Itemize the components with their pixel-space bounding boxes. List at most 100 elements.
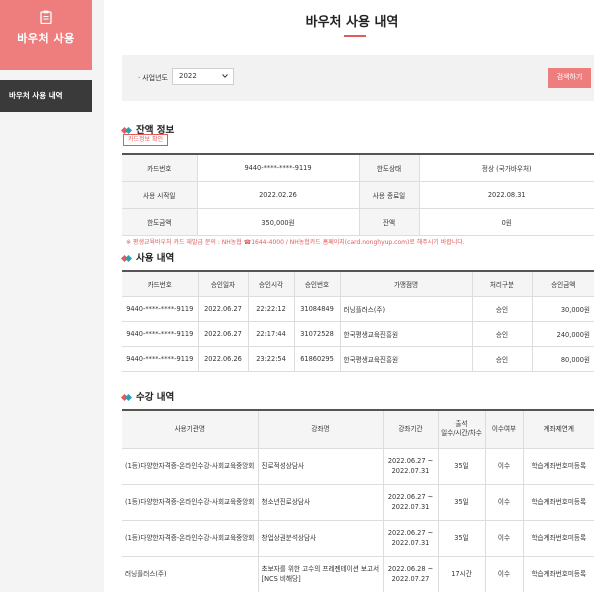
table-row: 사용 시작일 2022.02.26 사용 종료일 2022.08.31	[122, 181, 594, 209]
table-cell: 80,000원	[532, 346, 594, 372]
diamond-bullet-icon	[122, 394, 132, 401]
table-cell: 2022.06.27 ~ 2022.07.31	[383, 448, 439, 485]
table-cell: 22:17:44	[248, 321, 295, 347]
table-cell: 2022.06.28 ~ 2022.07.27	[383, 556, 439, 592]
table-cell: 학습계좌번호미등록	[523, 520, 594, 557]
reissue-notice: ※ 평생교육바우처 카드 재발급 문의 : NH농협 ☎1644-4000 / …	[126, 239, 465, 246]
table-cell: 이수	[485, 484, 524, 521]
column-header: 승인일자	[198, 271, 249, 297]
card-info-check-button[interactable]: 카드정보 확인	[123, 134, 169, 146]
table-cell: 학습계좌번호미등록	[523, 556, 594, 592]
table-row: (1등)다양한자격증-온라인수강-사회교육중앙회 진로적성상담사 2022.06…	[122, 448, 594, 485]
diamond-bullet-icon	[122, 255, 132, 262]
column-header: 카드번호	[122, 271, 199, 297]
table-cell: 9440-****-****-9119	[122, 346, 199, 372]
sidebar-item-label: 바우처 사용 내역	[9, 91, 63, 100]
table-cell: 31084849	[294, 296, 341, 322]
column-header: 처리구분	[472, 271, 533, 297]
column-header: 승인시각	[248, 271, 295, 297]
table-cell: 승인	[472, 321, 533, 347]
table-row: (1등)다양한자격증-온라인수강-사회교육중앙회 창업상권분석상담사 2022.…	[122, 520, 594, 557]
column-header: 승인금액	[532, 271, 594, 297]
table-cell: 학습계좌번호미등록	[523, 448, 594, 485]
table-cell: 러닝플러스(주)	[340, 296, 473, 322]
table-cell: 창업상권분석상담사	[258, 520, 384, 557]
label-cell: 카드번호	[122, 154, 198, 182]
table-cell: 61860295	[294, 346, 341, 372]
card-number-value: 9440-****-****-9119	[197, 154, 360, 182]
table-cell: 35일	[438, 448, 486, 485]
table-cell: (1등)다양한자격증-온라인수강-사회교육중앙회	[122, 448, 259, 485]
table-cell: 승인	[472, 346, 533, 372]
table-cell: 35일	[438, 520, 486, 557]
column-header: 계좌제연계	[523, 410, 594, 449]
table-cell: 2022.06.27 ~ 2022.07.31	[383, 484, 439, 521]
year-select[interactable]: 2022	[172, 68, 234, 85]
start-date-value: 2022.02.26	[197, 181, 360, 209]
balance-value: 0원	[419, 208, 594, 236]
table-cell: 청소년진로상담사	[258, 484, 384, 521]
limit-amount-value: 350,000원	[197, 208, 360, 236]
diamond-bullet-icon	[122, 127, 132, 134]
label-cell: 잔액	[359, 208, 420, 236]
table-cell: 9440-****-****-9119	[122, 321, 199, 347]
column-header: 승인번호	[294, 271, 341, 297]
table-cell: 30,000원	[532, 296, 594, 322]
search-button[interactable]: 검색하기	[548, 68, 591, 88]
table-row: 9440-****-****-9119 2022.06.27 22:17:44 …	[122, 321, 594, 347]
table-cell: (1등)다양한자격증-온라인수강-사회교육중앙회	[122, 484, 259, 521]
label-cell: 한도상태	[359, 154, 420, 182]
table-header-row: 카드번호 승인일자 승인시각 승인번호 가맹점명 처리구분 승인금액	[122, 271, 594, 297]
table-cell: 22:22:12	[248, 296, 295, 322]
end-date-value: 2022.08.31	[419, 181, 594, 209]
table-cell: 17시간	[438, 556, 486, 592]
table-cell: 초보자를 위한 고수의 프레젠테이션 보고서 [NCS 비해당]	[258, 556, 384, 592]
sidebar-item-voucher-history[interactable]: 바우처 사용 내역	[0, 80, 92, 112]
balance-table: 카드번호 9440-****-****-9119 한도상태 정상 (국가바우처)…	[122, 153, 594, 236]
table-cell: 23:22:54	[248, 346, 295, 372]
limit-status-value: 정상 (국가바우처)	[419, 154, 594, 182]
course-table: 사용기관명 강좌명 강좌기간 출석 일수/시간/차수 이수여부 계좌제연계 (1…	[122, 409, 594, 592]
column-header: 출석 일수/시간/차수	[438, 410, 486, 449]
table-cell: 2022.06.27 ~ 2022.07.31	[383, 520, 439, 557]
label-cell: 사용 종료일	[359, 181, 420, 209]
table-row: 한도금액 350,000원 잔액 0원	[122, 208, 594, 236]
table-cell: 2022.06.26	[198, 346, 249, 372]
page-title: 바우처 사용 내역	[305, 15, 399, 30]
chevron-down-icon	[222, 74, 228, 78]
usage-section-title: 사용 내역	[122, 250, 174, 264]
year-label: · 사업년도	[138, 74, 168, 82]
table-cell: 한국평생교육진흥원	[340, 346, 473, 372]
column-header: 가맹점명	[340, 271, 473, 297]
sidebar-header-title: 바우처 사용	[17, 32, 75, 45]
usage-table: 카드번호 승인일자 승인시각 승인번호 가맹점명 처리구분 승인금액 9440-…	[122, 270, 594, 372]
table-cell: 러닝플러스(주)	[122, 556, 259, 592]
table-cell: (1등)다양한자격증-온라인수강-사회교육중앙회	[122, 520, 259, 557]
table-cell: 9440-****-****-9119	[122, 296, 199, 322]
course-section-title: 수강 내역	[122, 389, 174, 403]
table-cell: 35일	[438, 484, 486, 521]
column-header: 사용기관명	[122, 410, 259, 449]
column-header: 강좌기간	[383, 410, 439, 449]
label-cell: 사용 시작일	[122, 181, 198, 209]
table-cell: 31072528	[294, 321, 341, 347]
table-row: 카드번호 9440-****-****-9119 한도상태 정상 (국가바우처)	[122, 154, 594, 182]
table-cell: 한국평생교육진흥원	[340, 321, 473, 347]
table-cell: 2022.06.27	[198, 321, 249, 347]
main-content: 바우처 사용 내역 · 사업년도 2022 검색하기 잔액 정보 카드정보 확인 …	[104, 0, 600, 592]
table-row: (1등)다양한자격증-온라인수강-사회교육중앙회 청소년진로상담사 2022.0…	[122, 484, 594, 521]
table-cell: 승인	[472, 296, 533, 322]
year-select-value: 2022	[179, 72, 197, 80]
title-underline	[344, 35, 366, 37]
table-cell: 이수	[485, 448, 524, 485]
table-cell: 2022.06.27	[198, 296, 249, 322]
table-cell: 이수	[485, 520, 524, 557]
sidebar: 바우처 사용 바우처 사용 내역	[0, 0, 104, 592]
table-row: 9440-****-****-9119 2022.06.27 22:22:12 …	[122, 296, 594, 322]
table-row: 러닝플러스(주) 초보자를 위한 고수의 프레젠테이션 보고서 [NCS 비해당…	[122, 556, 594, 592]
table-header-row: 사용기관명 강좌명 강좌기간 출석 일수/시간/차수 이수여부 계좌제연계	[122, 410, 594, 449]
table-cell: 진로적성상담사	[258, 448, 384, 485]
table-cell: 이수	[485, 556, 524, 592]
search-panel: · 사업년도 2022 검색하기	[122, 55, 594, 101]
table-row: 9440-****-****-9119 2022.06.26 23:22:54 …	[122, 346, 594, 372]
